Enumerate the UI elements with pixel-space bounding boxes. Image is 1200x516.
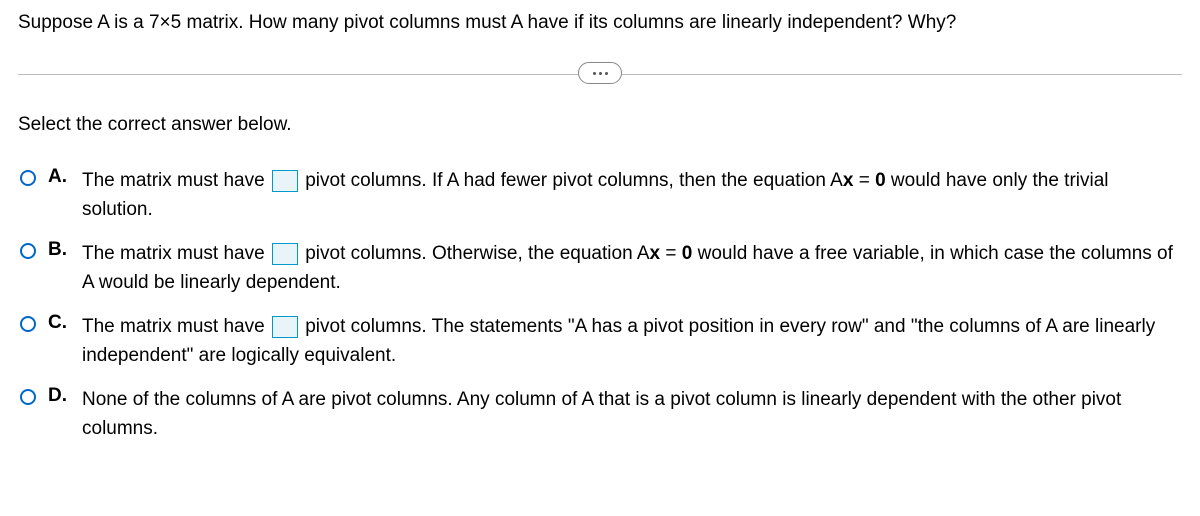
blank-input-c[interactable] <box>272 316 298 338</box>
text-part: The matrix must have <box>82 243 270 264</box>
option-d-label: D. <box>48 385 70 407</box>
text-part: pivot columns. Otherwise, the equation A <box>300 243 650 264</box>
text-part: The matrix must have <box>82 170 270 191</box>
section-divider <box>18 62 1182 86</box>
text-part: = <box>660 243 682 264</box>
option-a-text: The matrix must have pivot columns. If A… <box>82 166 1182 225</box>
option-c-text: The matrix must have pivot columns. The … <box>82 312 1182 371</box>
options-group: A. The matrix must have pivot columns. I… <box>18 166 1182 444</box>
instruction-text: Select the correct answer below. <box>18 114 1182 136</box>
expand-pill[interactable] <box>578 62 622 84</box>
option-b-label: B. <box>48 239 70 261</box>
blank-input-a[interactable] <box>272 170 298 192</box>
text-part: The matrix must have <box>82 316 270 337</box>
text-part: pivot columns. If A had fewer pivot colu… <box>300 170 843 191</box>
option-b[interactable]: B. The matrix must have pivot columns. O… <box>20 239 1182 298</box>
question-text: Suppose A is a 7×5 matrix. How many pivo… <box>18 12 1182 34</box>
radio-b[interactable] <box>20 243 36 259</box>
option-d[interactable]: D. None of the columns of A are pivot co… <box>20 385 1182 444</box>
radio-c[interactable] <box>20 316 36 332</box>
bold-zero: 0 <box>682 243 693 264</box>
radio-a[interactable] <box>20 170 36 186</box>
radio-d[interactable] <box>20 389 36 405</box>
blank-input-b[interactable] <box>272 243 298 265</box>
option-a[interactable]: A. The matrix must have pivot columns. I… <box>20 166 1182 225</box>
option-a-label: A. <box>48 166 70 188</box>
option-d-text: None of the columns of A are pivot colum… <box>82 385 1182 444</box>
option-c[interactable]: C. The matrix must have pivot columns. T… <box>20 312 1182 371</box>
option-c-label: C. <box>48 312 70 334</box>
bold-x: x <box>650 243 661 264</box>
option-b-text: The matrix must have pivot columns. Othe… <box>82 239 1182 298</box>
bold-x: x <box>843 170 854 191</box>
text-part: = <box>853 170 875 191</box>
bold-zero: 0 <box>875 170 886 191</box>
